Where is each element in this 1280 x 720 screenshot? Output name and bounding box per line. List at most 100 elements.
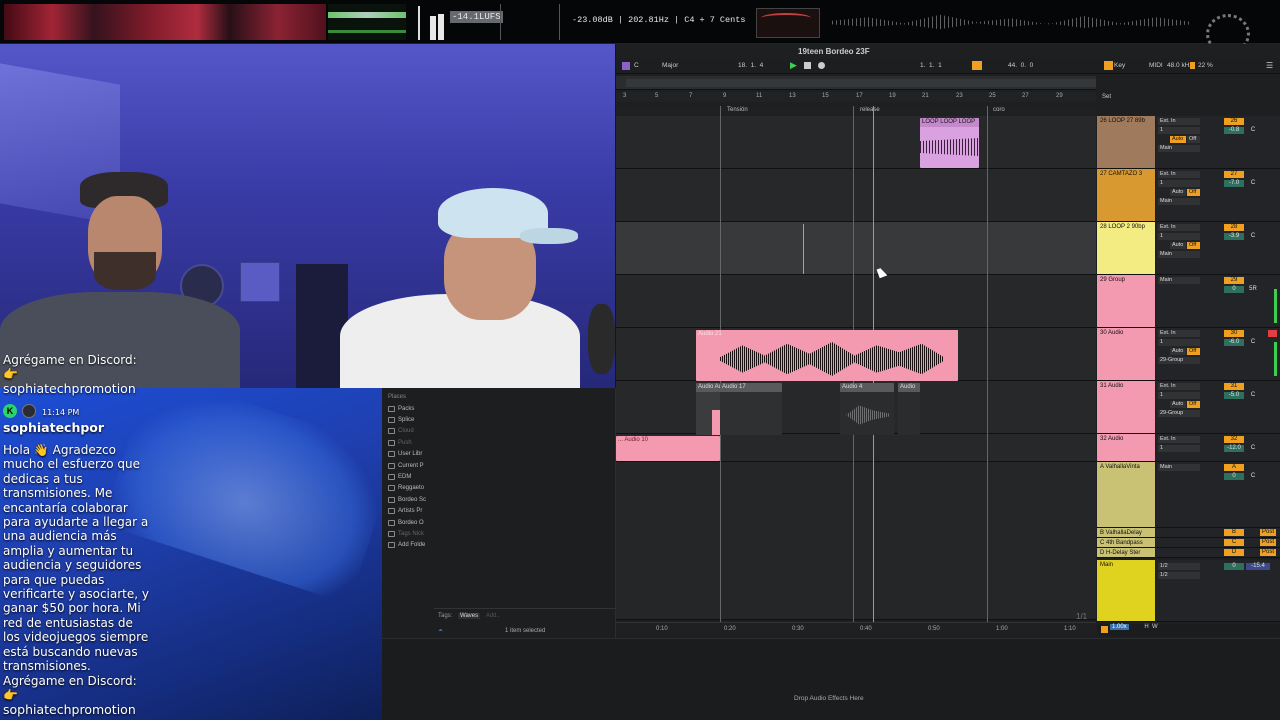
loop-icon[interactable] [972,61,982,70]
track-number[interactable]: 31 [1224,383,1244,390]
arm-button[interactable] [1268,330,1277,337]
track-number[interactable]: 32 [1224,436,1244,443]
key-label[interactable]: Key [1114,62,1125,69]
stop-icon[interactable] [804,62,811,69]
track-volume[interactable]: -12.0 [1224,445,1244,452]
hw-toggle[interactable]: H W [1144,624,1157,630]
track-pan[interactable]: C [1246,339,1260,346]
clip-loop[interactable]: LOOP LOOP LOOP [920,118,979,168]
input-select[interactable]: Ext. In [1158,171,1200,178]
track-lane-27[interactable] [616,169,1096,222]
clip-audio[interactable]: Audio [898,383,920,435]
set-button[interactable]: Set [1102,94,1111,100]
browser-item[interactable]: EDM [382,471,442,482]
return-number[interactable]: B [1224,529,1244,536]
auto-button[interactable]: Auto [1170,242,1186,249]
browser-item[interactable]: Reggaeto [382,483,442,494]
track-lane-returns[interactable] [616,462,1096,620]
clip-audio-10[interactable]: ... Audio 10 [616,436,720,461]
play-icon[interactable]: ▶ [790,60,797,71]
input-select[interactable]: Main [1158,277,1200,284]
browser-item[interactable]: User Libr [382,449,442,460]
clip-audio-17[interactable]: Audio 17 [720,383,782,435]
output-select[interactable]: 29-Group [1158,410,1200,417]
scale-select[interactable]: Major [662,62,678,69]
input-select[interactable]: Ext. In [1158,383,1200,390]
input-select[interactable]: Ext. In [1158,330,1200,337]
track-volume[interactable]: -0.8 [1224,127,1244,134]
browser-item[interactable]: Packs [382,403,442,414]
browser-item[interactable]: Push [382,437,442,448]
output-select[interactable]: Main [1158,198,1200,205]
track-pan[interactable]: 5R [1246,286,1260,293]
auto-button[interactable]: Auto [1170,348,1186,355]
zoom-icon[interactable] [1101,626,1108,633]
post-button[interactable]: Post [1260,529,1276,536]
preview-icon[interactable]: ⏶ [438,628,443,635]
input-select[interactable]: Ext. In [1158,118,1200,125]
return-header-b[interactable]: B ValhallaDelay [1097,528,1155,538]
record-icon[interactable] [818,62,825,69]
post-button[interactable]: Post [1260,539,1276,546]
return-header-a[interactable]: A ValhallaVinta [1097,462,1155,528]
browser-item[interactable]: Cloud [382,426,442,437]
overview-strip[interactable] [616,76,1096,90]
track-volume[interactable]: 0 [1224,473,1244,480]
post-button[interactable]: Post [1260,549,1276,556]
clip-pink-stub[interactable] [712,410,720,435]
browser-item[interactable]: Bordeo Sc [382,494,442,505]
browser-item[interactable]: Add Folde [382,540,442,551]
track-header-27[interactable]: 27 CAMTAZO 3 [1097,169,1155,222]
menu-icon[interactable]: ☰ [1266,61,1273,70]
browser-item[interactable]: Bordeo O [382,517,442,528]
clip-audio-21[interactable]: Audio 21 [696,330,958,381]
clip-audio-4[interactable]: Audio 4 [840,383,894,435]
track-pan[interactable]: C [1246,127,1260,134]
return-header-d[interactable]: D H-Delay Ster [1097,548,1155,558]
channel-select[interactable]: 1 [1158,180,1200,187]
output-select[interactable]: 29-Group [1158,357,1200,364]
locator-release[interactable]: release [854,107,880,113]
main-pan[interactable]: -15.4 [1246,563,1270,570]
loop-position[interactable]: 1. 1. 1 [920,62,942,69]
track-volume[interactable]: 0 [1224,286,1244,293]
main-input-2[interactable]: 1/2 [1158,572,1200,579]
input-select[interactable]: Main [1158,464,1200,471]
track-number[interactable]: 27 [1224,171,1244,178]
loop-length[interactable]: 44. 0. 0 [1008,62,1033,69]
locator-coro[interactable]: coro [987,107,1005,113]
track-volume[interactable]: -5.0 [1224,392,1244,399]
auto-button[interactable]: Auto [1170,401,1186,408]
track-header-31[interactable]: 31 Audio [1097,381,1155,434]
track-volume[interactable]: -3.9 [1224,233,1244,240]
key-select[interactable]: C [634,62,639,69]
browser-item[interactable]: Splice [382,414,442,425]
track-header-29[interactable]: 29 Group [1097,275,1155,328]
monitor-off[interactable]: Off [1187,401,1200,408]
auto-button[interactable]: Auto [1170,136,1186,143]
time-ruler[interactable]: 0:10 0:20 0:30 0:40 0:50 1:00 1:10 [616,622,1096,636]
track-lane-28[interactable] [616,222,1096,275]
main-input-1[interactable]: 1/2 [1158,563,1200,570]
follow-icon[interactable] [622,62,630,70]
return-number[interactable]: C [1224,539,1244,546]
bar-position[interactable]: 18. 1. 4 [738,62,763,69]
channel-select[interactable]: 1 [1158,392,1200,399]
track-number[interactable]: 28 [1224,224,1244,231]
tag-chip[interactable]: Waves [458,613,481,619]
track-pan[interactable]: C [1246,233,1260,240]
main-header[interactable]: Main [1097,560,1155,622]
input-select[interactable]: Ext. In [1158,436,1200,443]
monitor-off[interactable]: Off [1187,189,1200,196]
zoom-value[interactable]: 1.00x [1110,624,1129,630]
track-pan[interactable]: C [1246,180,1260,187]
monitor-off[interactable]: Off [1187,348,1200,355]
track-number[interactable]: 29 [1224,277,1244,284]
track-header-28[interactable]: 28 LOOP 2 90bp [1097,222,1155,275]
track-volume[interactable]: -7.0 [1224,180,1244,187]
track-pan[interactable]: C [1246,445,1260,452]
track-header-30[interactable]: 30 Audio [1097,328,1155,381]
locator-tension[interactable]: Tensión [721,107,748,113]
channel-select[interactable]: 1 [1158,445,1200,452]
browser-item[interactable]: Current P [382,460,442,471]
